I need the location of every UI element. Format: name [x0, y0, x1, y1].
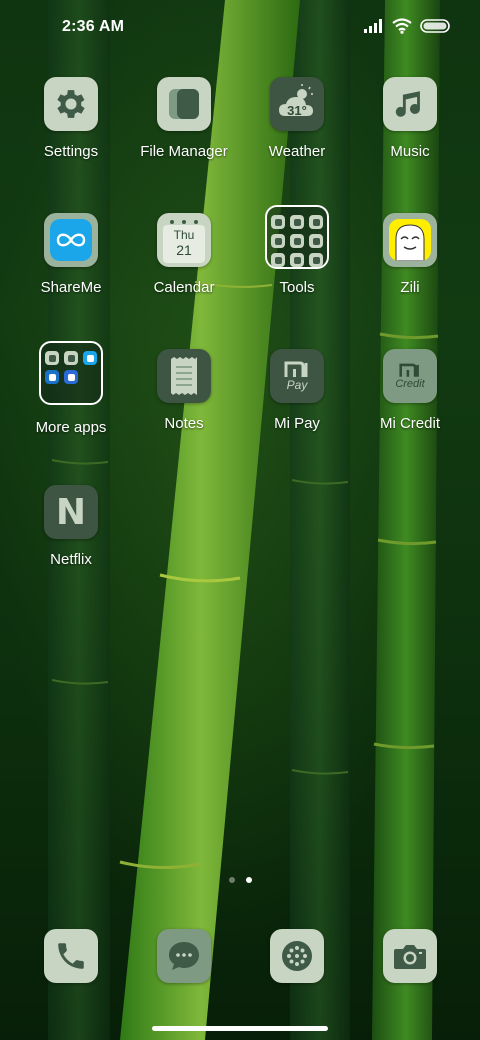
calendar-icon: Thu 21 [157, 213, 211, 267]
app-mi-pay[interactable]: Pay Mi Pay [242, 349, 352, 432]
mi-credit-text: Credit [395, 377, 425, 390]
app-label: Zili [400, 279, 420, 296]
app-label: Mi Pay [274, 415, 320, 432]
app-label: Calendar [153, 279, 215, 296]
app-label: ShareMe [40, 279, 102, 296]
mi-pay-icon: Pay [270, 349, 324, 403]
app-label: Settings [43, 143, 99, 160]
app-settings[interactable]: Settings [16, 77, 126, 160]
status-time: 2:36 AM [62, 18, 125, 35]
folder-grid-icon [265, 205, 329, 269]
folder-grid-icon [39, 341, 103, 405]
dock-camera[interactable] [355, 929, 465, 983]
phone-icon [44, 929, 98, 983]
app-shareme[interactable]: ShareMe [16, 213, 126, 296]
app-label: Notes [164, 415, 204, 432]
chat-bubble-icon [157, 929, 211, 983]
app-weather[interactable]: 31° Weather [242, 77, 352, 160]
app-label: File Manager [140, 143, 228, 160]
app-label: More apps [35, 419, 107, 436]
app-music[interactable]: Music [355, 77, 465, 160]
folder-tools[interactable]: Tools [242, 205, 352, 296]
dock-browser[interactable] [242, 929, 352, 983]
app-label: Music [390, 143, 430, 160]
calendar-day-number: 21 [176, 242, 192, 258]
folder-icon [157, 77, 211, 131]
page-dot[interactable] [228, 877, 235, 883]
signal-icon [364, 19, 384, 38]
battery-icon [420, 19, 450, 38]
mi-credit-icon: Credit [383, 349, 437, 403]
page-indicator [0, 877, 480, 883]
music-note-icon [383, 77, 437, 131]
page-dot-active[interactable] [245, 877, 252, 883]
notes-icon [157, 349, 211, 403]
zili-face-icon [383, 213, 437, 267]
app-mi-credit[interactable]: Credit Mi Credit [355, 349, 465, 432]
wifi-icon [392, 18, 412, 39]
app-netflix[interactable]: N Netflix [16, 485, 126, 568]
netflix-icon: N [44, 485, 98, 539]
app-calendar[interactable]: Thu 21 Calendar [129, 213, 239, 296]
dock-messages[interactable] [129, 929, 239, 983]
app-file-manager[interactable]: File Manager [129, 77, 239, 160]
infinity-icon [44, 213, 98, 267]
app-notes[interactable]: Notes [129, 349, 239, 432]
camera-icon [383, 929, 437, 983]
calendar-day-name: Thu [173, 228, 195, 242]
home-indicator[interactable] [152, 1026, 328, 1031]
dock-phone[interactable] [16, 929, 126, 983]
app-label: Netflix [50, 551, 92, 568]
weather-temperature: 31° [287, 102, 307, 118]
app-label: Tools [279, 279, 315, 296]
weather-cloud-icon: 31° [270, 77, 324, 131]
browser-dots-icon [270, 929, 324, 983]
status-bar: 2:36 AM [0, 0, 480, 56]
app-label: Weather [268, 143, 326, 160]
netflix-letter: N [55, 491, 87, 533]
folder-more-apps[interactable]: More apps [16, 341, 126, 436]
app-zili[interactable]: Zili [355, 213, 465, 296]
app-label: Mi Credit [379, 415, 440, 432]
mi-pay-text: Pay [286, 377, 308, 392]
gear-icon [44, 77, 98, 131]
